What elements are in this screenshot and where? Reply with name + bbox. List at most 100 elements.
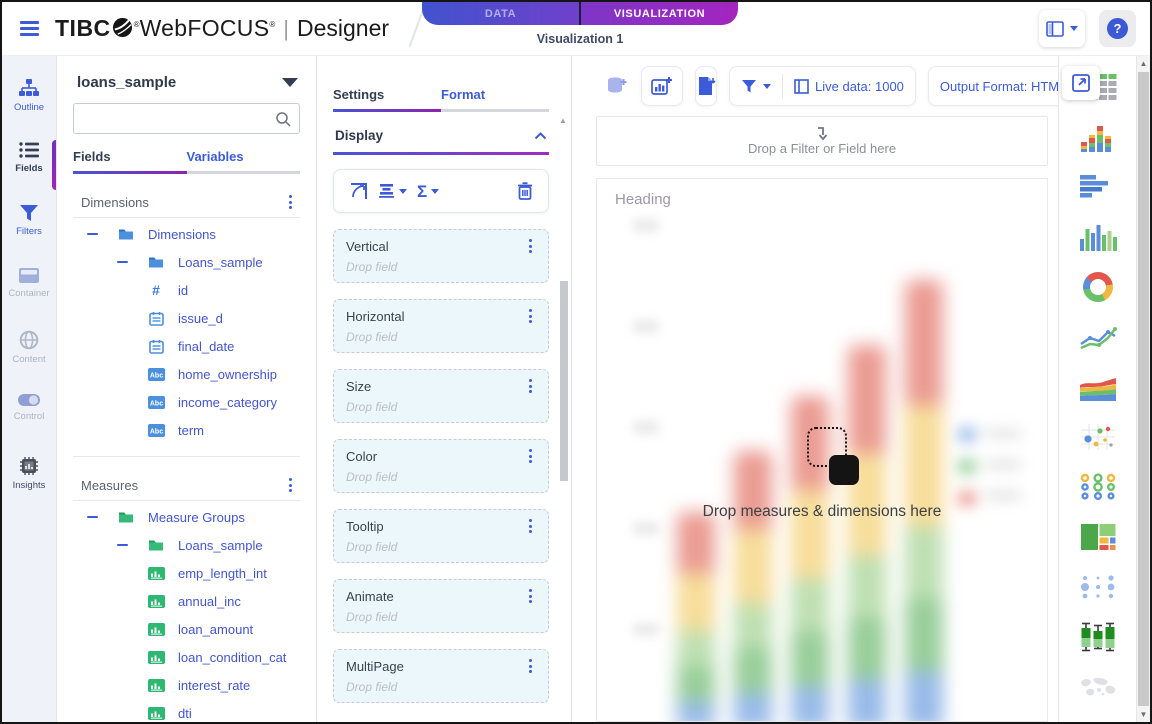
kebab-menu-icon[interactable] [525, 587, 536, 605]
scroll-up-arrow[interactable]: ▲ [1137, 59, 1150, 68]
datasource-selector[interactable]: loans_sample [73, 72, 300, 91]
sidebar-item-outline[interactable]: Outline [2, 72, 56, 135]
tree-field[interactable]: loan_amount [73, 615, 300, 643]
tree-field[interactable]: Abc term [73, 416, 300, 444]
boxplot-icon [1079, 622, 1117, 652]
kebab-menu-icon[interactable] [525, 307, 536, 325]
export-page-button[interactable] [695, 66, 717, 106]
help-button[interactable]: ? [1099, 10, 1136, 47]
bucket-horizontal[interactable]: Horizontal Drop field [333, 299, 549, 353]
chart-type-bubble-matrix[interactable] [1077, 570, 1119, 603]
tree-field[interactable]: loan_condition_cat [73, 643, 300, 671]
bucket-size[interactable]: Size Drop field [333, 369, 549, 423]
tab-visualization[interactable]: VISUALIZATION [581, 2, 738, 25]
chart-type-stacked-area[interactable] [1077, 370, 1119, 403]
add-chart-button[interactable] [641, 66, 683, 106]
scrollbar-thumb[interactable] [1138, 72, 1149, 706]
date-field-icon [147, 339, 165, 354]
chart-type-horizontal-bar[interactable] [1077, 170, 1119, 203]
kebab-menu-icon[interactable] [525, 447, 536, 465]
bucket-multipage[interactable]: MultiPage Drop field [333, 649, 549, 703]
scroll-up-arrow[interactable]: ▲ [558, 116, 568, 125]
map-icon [1079, 676, 1117, 698]
collapse-icon[interactable] [87, 233, 98, 236]
sidebar-item-control[interactable]: Control [2, 387, 56, 450]
scroll-down-arrow[interactable]: ▼ [1137, 710, 1150, 719]
chart-type-donut[interactable] [1077, 270, 1119, 303]
filters-icon [19, 204, 39, 222]
vertical-scrollbar[interactable]: ▲ ▼ [1136, 56, 1150, 722]
kebab-menu-icon[interactable] [525, 377, 536, 395]
chevron-up-icon [534, 132, 547, 140]
chart-type-treemap[interactable] [1077, 520, 1119, 553]
canvas-filter-button[interactable] [730, 67, 782, 105]
tree-field[interactable]: Abc home_ownership [73, 360, 300, 388]
active-tab-underline [333, 109, 441, 112]
collapse-icon[interactable] [117, 544, 128, 547]
filter-drop-zone[interactable]: Drop a Filter or Field here [596, 116, 1048, 166]
chart-type-column[interactable] [1077, 220, 1119, 253]
settings-panel: Settings Format Display [317, 56, 572, 722]
sidebar-item-content[interactable]: Content [2, 324, 56, 387]
bucket-tooltip[interactable]: Tooltip Drop field [333, 509, 549, 563]
measure-field-icon [147, 679, 165, 692]
chart-type-boxplot[interactable] [1077, 620, 1119, 653]
sidebar-item-container[interactable]: Container [2, 261, 56, 324]
chart-heading-placeholder[interactable]: Heading [615, 191, 671, 208]
collapse-icon[interactable] [117, 261, 128, 264]
tab-variables[interactable]: Variables [187, 149, 301, 174]
chart-type-line[interactable] [1077, 320, 1119, 353]
visualization-drop-zone[interactable]: Heading Drop measures & dimensions here [596, 178, 1048, 722]
drop-field-placeholder: Drop field [346, 680, 536, 694]
kebab-menu-icon[interactable] [285, 476, 296, 494]
tree-field[interactable]: final_date [73, 332, 300, 360]
tab-fields[interactable]: Fields [73, 149, 187, 174]
live-data-button[interactable]: Live data: 1000 [783, 67, 915, 105]
expand-panel-button[interactable] [1062, 66, 1100, 100]
sort-stack-button[interactable] [376, 181, 409, 201]
chart-type-map[interactable] [1077, 670, 1119, 703]
tree-node-folder[interactable]: Measure Groups [73, 503, 300, 531]
bucket-color[interactable]: Color Drop field [333, 439, 549, 493]
chart-type-stacked-column[interactable] [1077, 120, 1119, 153]
tab-settings[interactable]: Settings [333, 87, 441, 112]
bucket-vertical[interactable]: Vertical Drop field [333, 229, 549, 283]
bucket-animate[interactable]: Animate Drop field [333, 579, 549, 633]
expand-icon [1071, 73, 1091, 93]
section-title: Dimensions [81, 195, 149, 210]
tree-field[interactable]: annual_inc [73, 587, 300, 615]
tree-field[interactable]: issue_d [73, 304, 300, 332]
scrollbar-thumb[interactable] [560, 281, 568, 481]
aggregate-button[interactable]: Σ [415, 181, 441, 202]
kebab-menu-icon[interactable] [525, 517, 536, 535]
tree-field[interactable]: dti [73, 699, 300, 722]
panel-layout-button[interactable] [1039, 10, 1085, 47]
sidebar-item-filters[interactable]: Filters [2, 198, 56, 261]
kebab-menu-icon[interactable] [525, 237, 536, 255]
scatter-plot-icon [1080, 423, 1116, 451]
tree-field[interactable]: # id [73, 276, 300, 304]
tab-data[interactable]: DATA [422, 2, 579, 25]
kebab-menu-icon[interactable] [285, 193, 296, 211]
tree-node-folder[interactable]: Loans_sample [73, 531, 300, 559]
display-section-header[interactable]: Display [333, 128, 549, 143]
add-data-button[interactable] [596, 66, 638, 106]
sidebar-item-insights[interactable]: Insights [2, 450, 56, 513]
sidebar-item-fields[interactable]: Fields [2, 135, 56, 198]
kebab-menu-icon[interactable] [525, 657, 536, 675]
delete-button[interactable] [515, 180, 535, 202]
tree-field[interactable]: emp_length_int [73, 559, 300, 587]
collapse-icon[interactable] [87, 516, 98, 519]
tab-format[interactable]: Format [441, 87, 549, 112]
tree-field[interactable]: Abc income_category [73, 388, 300, 416]
chart-type-circle-matrix[interactable] [1077, 470, 1119, 503]
swap-orientation-button[interactable] [347, 180, 370, 203]
chart-type-scatter[interactable] [1077, 420, 1119, 453]
search-input[interactable] [73, 103, 300, 134]
tree-node-folder[interactable]: Loans_sample [73, 248, 300, 276]
logo-app: Designer [297, 15, 389, 42]
hamburger-icon[interactable] [20, 21, 39, 36]
tree-field[interactable]: interest_rate [73, 671, 300, 699]
tree-node-folder[interactable]: Dimensions [73, 220, 300, 248]
measures-section-header: Measures [73, 470, 300, 500]
